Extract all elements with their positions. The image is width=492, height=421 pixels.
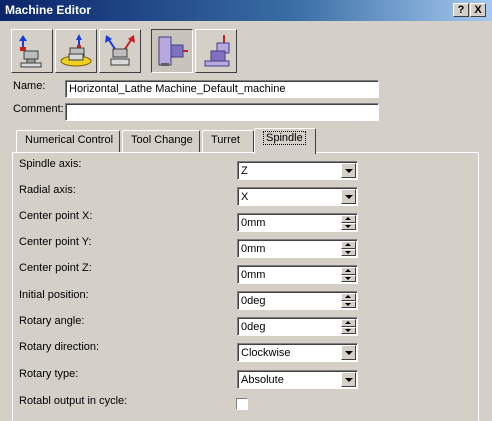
spinner-buttons[interactable] (341, 215, 356, 230)
spin-up-icon[interactable] (341, 267, 356, 275)
spinner-buttons[interactable] (341, 319, 356, 334)
spinner-value: 0deg (241, 295, 266, 307)
initial-position-label: Initial position: (19, 289, 89, 301)
center-y-spinner[interactable]: 0mm (237, 239, 358, 258)
select-value: Absolute (241, 374, 284, 386)
rotary-type-select[interactable]: Absolute (237, 370, 358, 389)
spin-up-icon[interactable] (341, 215, 356, 223)
spinner-buttons[interactable] (341, 267, 356, 282)
spindle-axis-label: Spindle axis: (19, 158, 82, 170)
center-y-label: Center point Y: (19, 236, 92, 248)
spin-down-icon[interactable] (341, 223, 356, 230)
spindle-axis-select[interactable]: Z (237, 161, 358, 180)
rotabl-output-checkbox[interactable] (236, 398, 248, 410)
initial-position-spinner[interactable]: 0deg (237, 291, 358, 310)
machine-editor-window: Machine Editor ? X Name: Horizontal_Lath… (0, 0, 492, 421)
spin-down-icon[interactable] (341, 301, 356, 308)
center-x-spinner[interactable]: 0mm (237, 213, 358, 232)
rotary-angle-label: Rotary angle: (19, 315, 85, 327)
spin-down-icon[interactable] (341, 249, 356, 256)
center-z-label: Center point Z: (19, 262, 92, 274)
rotary-type-label: Rotary type: (19, 368, 79, 380)
spinner-value: 0mm (241, 243, 266, 255)
spinner-value: 0mm (241, 269, 266, 281)
spin-down-icon[interactable] (341, 275, 356, 282)
spinner-value: 0mm (241, 217, 266, 229)
radial-axis-label: Radial axis: (19, 184, 76, 196)
spin-down-icon[interactable] (341, 327, 356, 334)
rotary-angle-spinner[interactable]: 0deg (237, 317, 358, 336)
spinner-value: 0deg (241, 321, 266, 333)
chevron-down-icon[interactable] (341, 189, 356, 204)
spin-up-icon[interactable] (341, 293, 356, 301)
spinner-buttons[interactable] (341, 241, 356, 256)
rotary-direction-select[interactable]: Clockwise (237, 343, 358, 362)
spin-up-icon[interactable] (341, 241, 356, 249)
spinner-buttons[interactable] (341, 293, 356, 308)
select-value: Z (241, 165, 248, 177)
select-value: Clockwise (241, 347, 291, 359)
center-x-label: Center point X: (19, 210, 93, 222)
center-z-spinner[interactable]: 0mm (237, 265, 358, 284)
chevron-down-icon[interactable] (341, 163, 356, 178)
spin-up-icon[interactable] (341, 319, 356, 327)
chevron-down-icon[interactable] (341, 372, 356, 387)
rotabl-output-label: Rotabl output in cycle: (19, 395, 128, 407)
rotary-direction-label: Rotary direction: (19, 341, 100, 353)
radial-axis-select[interactable]: X (237, 187, 358, 206)
select-value: X (241, 191, 249, 203)
chevron-down-icon[interactable] (341, 345, 356, 360)
